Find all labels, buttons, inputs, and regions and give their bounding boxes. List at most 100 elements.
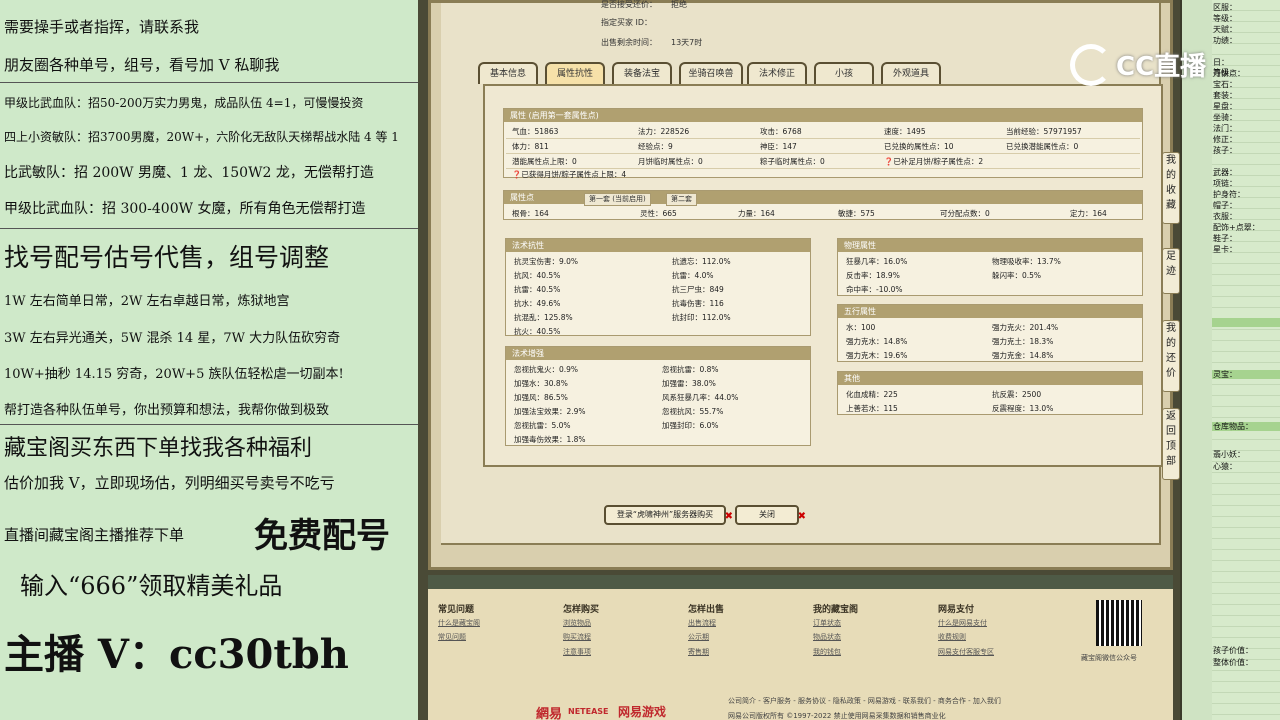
footer-link[interactable]: 注意事项 (563, 647, 591, 657)
sheet-label: 套装： (1213, 91, 1237, 100)
elements-title: 五行属性 (838, 305, 1142, 318)
footer-link[interactable]: 什么是网易支付 (938, 618, 987, 628)
attr-cell: 速度：1495 (884, 127, 926, 136)
tab-attributes[interactable]: 属性抗性 (545, 62, 605, 84)
elements-cell: 强力克金：14.8% (992, 351, 1054, 360)
footer-link[interactable]: 购买流程 (563, 632, 591, 642)
buyer-id-label: 指定买家 ID： (601, 18, 653, 27)
footer-link[interactable]: 常见问题 (438, 632, 466, 642)
help-icon[interactable]: ❓ (884, 157, 893, 166)
tab-basic-info[interactable]: 基本信息 (478, 62, 538, 84)
resist-cell: 抗灵宝伤害：9.0% (514, 257, 579, 266)
side-tab-my-bargain[interactable]: 我的还价 (1162, 320, 1180, 392)
points-cell: 根骨：164 (512, 209, 549, 218)
footer-link[interactable]: 公示期 (688, 632, 709, 642)
sheet-label: 武器： (1213, 168, 1237, 177)
points-section: 属性点 第一套 (当前启用) 第二套 根骨：164 灵性：665 力量：164 … (503, 190, 1143, 220)
boost-cell: 风系狂暴几率：44.0% (662, 393, 739, 402)
sheet-label: 功绩： (1213, 36, 1237, 45)
physical-cell: 狂暴几率：16.0% (846, 257, 908, 266)
info-heading: 找号配号估号代售，组号调整 (4, 243, 330, 272)
footer-link[interactable]: 网易支付客服专区 (938, 647, 994, 657)
other-cell: 抗反震：2500 (992, 390, 1042, 399)
sheet-label: 孩子价值： (1213, 646, 1253, 655)
resist-cell: 抗三尸虫：849 (672, 285, 724, 294)
footer-col-title: 常见问题 (438, 605, 475, 615)
info-line: 四上小资敏队：招3700男魔，20W+，六阶化无敌队天梯帮战水陆 4 等 1 (4, 130, 399, 144)
streamer-info-panel: 需要操手或者指挥，请联系我 朋友圈各种单号，组号，看号加 V 私聊我 甲级比武血… (0, 0, 418, 720)
tab-mounts-pets[interactable]: 坐骑召唤兽 (679, 62, 743, 84)
footer-link[interactable]: 什么是藏宝阁 (438, 618, 480, 628)
sheet-label: 仓库物品： (1213, 422, 1253, 431)
other-section: 其他 化血成精：225 抗反震：2500 上善若水：115 反震程度：13.0% (837, 371, 1143, 415)
info-line: 甲级比武血队：招 300-400W 女魔，所有角色无偿帮打造 (4, 201, 366, 217)
elements-cell: 强力克土：18.3% (992, 337, 1054, 346)
remaining-time-label: 出售剩余时间： (601, 38, 657, 47)
footer-link[interactable]: 物品状态 (813, 632, 841, 642)
boost-cell: 忽视抗风：55.7% (662, 407, 724, 416)
boost-title: 法术增强 (506, 347, 810, 360)
bargain-value: 拒绝 (671, 0, 687, 9)
elements-cell: 水：100 (846, 323, 876, 332)
points-set-2-tab[interactable]: 第二套 (666, 193, 697, 206)
side-tab-footprints[interactable]: 足迹 (1162, 248, 1180, 294)
physical-cell: 躲闪率：0.5% (992, 271, 1042, 280)
spreadsheet-panel: 区服： 等级： 天赋： 功绩： 日： 月饼点： 宝石： 套装： 星盘： 坐骑： 法门： 修正： 孩子：武… (1182, 0, 1280, 720)
help-icon[interactable]: ❓ (512, 170, 521, 179)
info-line: 10W+抽秒 14.15 穷奇，20W+5 族队伍轻松虐一切副本! (4, 367, 344, 382)
boost-cell: 加强风：86.5% (514, 393, 568, 402)
footer-link[interactable]: 出售流程 (688, 618, 716, 628)
points-cell: 定力：164 (1070, 209, 1107, 218)
boost-cell: 加强水：30.8% (514, 379, 568, 388)
info-line: 3W 左右异光通关，5W 混杀 14 星，7W 大力队伍砍穷奇 (4, 331, 341, 346)
watermark-text: CC直播 (1116, 52, 1207, 82)
resist-cell: 抗毒伤害：116 (672, 299, 724, 308)
physical-cell: 反击率：18.9% (846, 271, 900, 280)
boost-section: 法术增强 忽视抗鬼火：0.9% 忽视抗雷：0.8% 加强水：30.8% 加强雷：… (505, 346, 811, 446)
tab-spell-correction[interactable]: 法术修正 (747, 62, 807, 84)
footer-link[interactable]: 收费规则 (938, 632, 966, 642)
site-footer: 常见问题 什么是藏宝阁 常见问题 怎样购买 浏览物品 购买流程 注意事项 怎样出… (428, 575, 1173, 720)
points-set-1-tab[interactable]: 第一套 (当前启用) (584, 193, 651, 206)
footer-link[interactable]: 订单状态 (813, 618, 841, 628)
info-line: 甲级比武血队：招50-200万实力男鬼，成品队伍 4=1，可慢慢投资 (4, 96, 364, 110)
info-line: 帮打造各种队伍单号，你出预算和想法，我帮你做到极致 (4, 403, 330, 418)
physical-title: 物理属性 (838, 239, 1142, 252)
other-cell: 化血成精：225 (846, 390, 898, 399)
info-line: 估价加我 V，立即现场估，列明细买号卖号不吃亏 (4, 474, 335, 492)
sheet-label: 坐骑： (1213, 113, 1237, 122)
tab-appearance[interactable]: 外观道具 (881, 62, 941, 84)
info-heading: 藏宝阁买东西下单找我各种福利 (4, 436, 313, 461)
close-button[interactable]: 关闭 ✖ (735, 505, 806, 525)
attr-section: 属性 (启用第一套属性点) 气血：51863 法力：228526 攻击：6768… (503, 108, 1143, 179)
close-x-icon: ✖ (724, 511, 733, 522)
info-line: 需要操手或者指挥，请联系我 (4, 18, 200, 36)
sheet-label: 项链： (1213, 179, 1237, 188)
resist-cell: 抗封印：112.0% (672, 313, 731, 322)
sheet-label: 天赋： (1213, 25, 1237, 34)
sheet-label: 护身符： (1213, 190, 1245, 199)
login-server-buy-button[interactable]: 登录“虎啸神州”服务器购买 ✖ (604, 505, 733, 525)
side-tab-favorites[interactable]: 我的收藏 (1162, 152, 1180, 224)
attr-cell: 已兑换的属性点：10 (884, 142, 954, 151)
resist-cell: 抗风：40.5% (514, 271, 561, 280)
tab-equipment[interactable]: 装备法宝 (612, 62, 672, 84)
footer-link[interactable]: 我的钱包 (813, 647, 841, 657)
sheet-label: 帽子： (1213, 201, 1237, 210)
boost-cell: 加强雷：38.0% (662, 379, 716, 388)
resist-cell: 抗水：49.6% (514, 299, 561, 308)
resist-cell: 抗火：40.5% (514, 327, 561, 336)
attr-cell: 潜能属性点上限：0 (512, 157, 577, 166)
footer-link[interactable]: 浏览物品 (563, 618, 591, 628)
points-cell: 敏捷：575 (838, 209, 875, 218)
sheet-label: 法门： (1213, 124, 1237, 133)
remaining-time-value: 13天7时 (671, 38, 703, 47)
footer-link[interactable]: 寄售期 (688, 647, 709, 657)
tab-children[interactable]: 小孩 (814, 62, 874, 84)
attr-cell: 已兑换潜能属性点：0 (1006, 142, 1079, 151)
footer-links-line[interactable]: 公司简介 - 客户服务 - 服务协议 - 隐私政策 - 网易游戏 - 联系我们 … (728, 696, 1001, 706)
side-tab-back-to-top[interactable]: 返回顶部 (1162, 408, 1180, 480)
footer-bar (428, 575, 1173, 589)
qr-caption: 藏宝阁微信公众号 (1081, 654, 1137, 662)
physical-cell: 命中率：-10.0% (846, 285, 903, 294)
